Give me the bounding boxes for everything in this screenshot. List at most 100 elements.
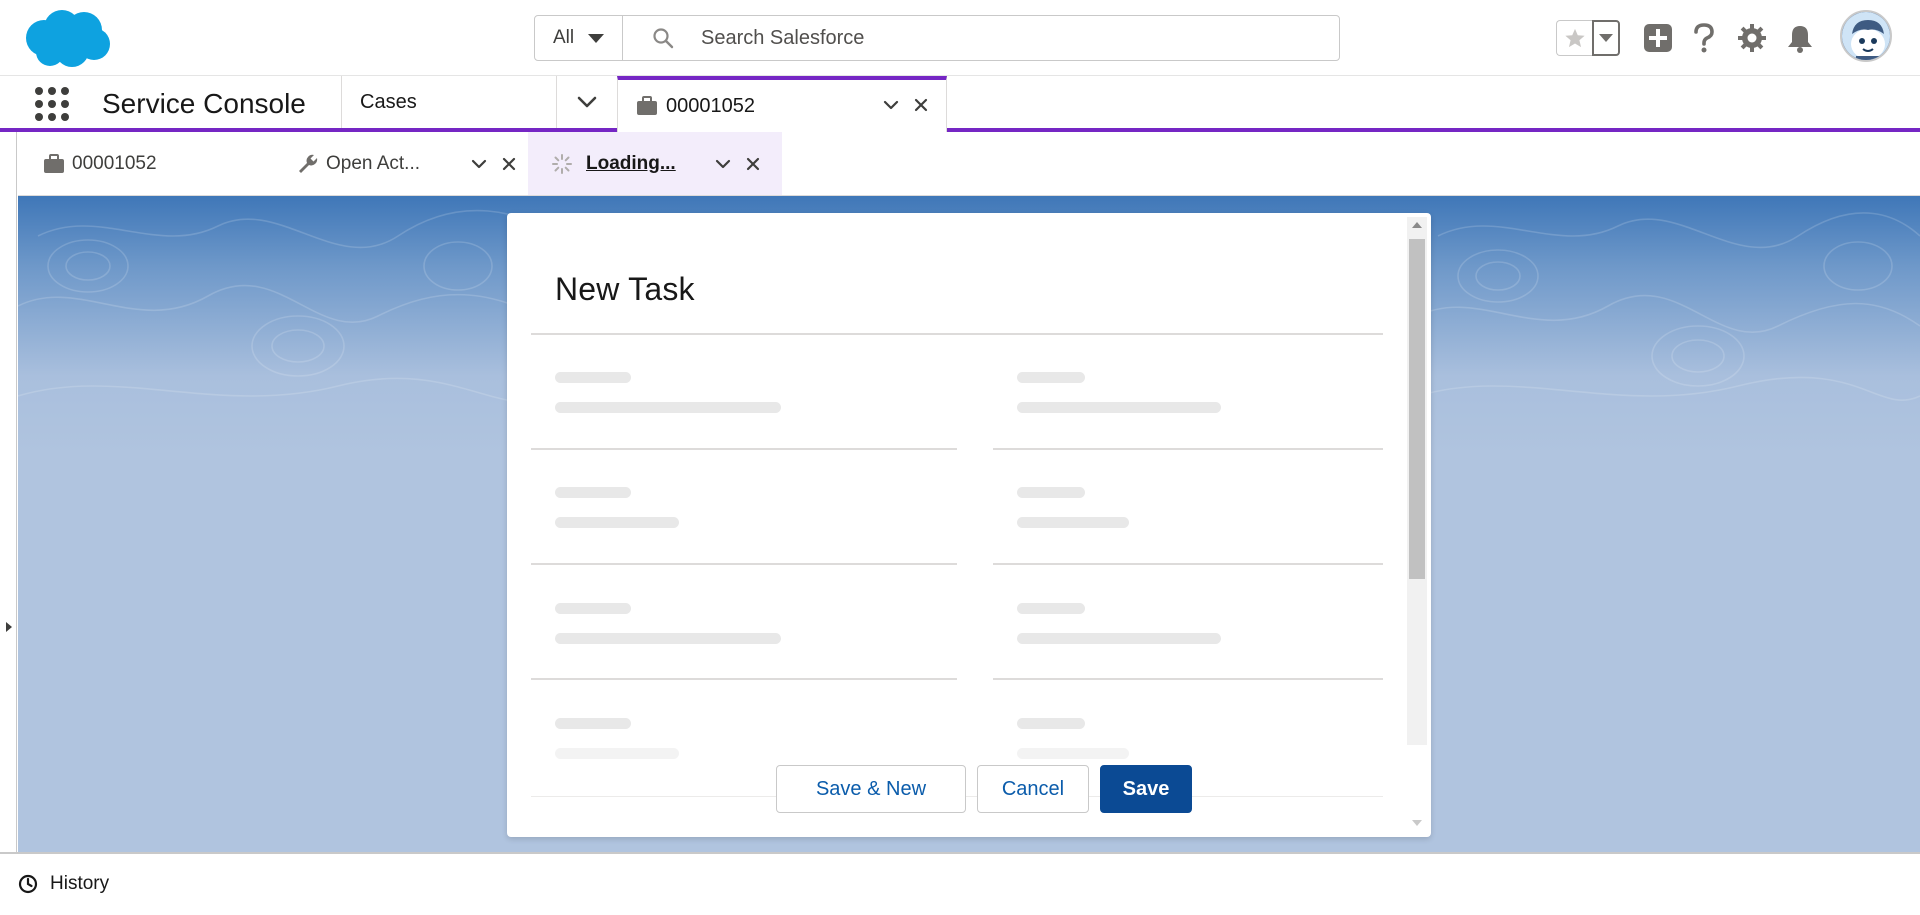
expand-split-view-icon[interactable] bbox=[6, 622, 12, 632]
skeleton-value bbox=[1017, 633, 1221, 644]
skeleton-label bbox=[1017, 372, 1085, 383]
case-briefcase-icon bbox=[637, 96, 657, 115]
search-scope-dropdown[interactable]: All bbox=[535, 16, 623, 60]
caret-down-icon bbox=[588, 33, 605, 43]
app-launcher-dot bbox=[61, 113, 69, 121]
app-launcher-dot bbox=[61, 87, 69, 95]
close-icon bbox=[746, 157, 760, 171]
skeleton-label bbox=[555, 487, 631, 498]
skeleton-value bbox=[555, 402, 781, 413]
skeleton-label bbox=[555, 603, 631, 614]
skeleton-value bbox=[555, 748, 679, 759]
app-launcher-dot bbox=[48, 87, 56, 95]
help-question-icon bbox=[1694, 23, 1714, 53]
save-button[interactable]: Save bbox=[1100, 765, 1192, 813]
global-search: All bbox=[534, 15, 1340, 61]
navigation-bar: Service Console Cases 00001052 bbox=[0, 76, 1920, 132]
modal-scrollbar-thumb[interactable] bbox=[1409, 239, 1425, 579]
workspace-tab-case[interactable]: 00001052 bbox=[617, 76, 947, 132]
search-scope-label: All bbox=[552, 27, 575, 48]
scroll-down-arrow-icon[interactable] bbox=[1412, 820, 1422, 826]
favorites-group bbox=[1556, 20, 1620, 56]
skeleton-value bbox=[555, 517, 679, 528]
case-briefcase-icon bbox=[42, 152, 66, 176]
chevron-down-icon bbox=[471, 159, 487, 169]
favorites-list-button[interactable] bbox=[1592, 20, 1620, 56]
search-input[interactable] bbox=[701, 26, 1301, 50]
modal-title-divider bbox=[531, 333, 1383, 335]
workspace-tab-menu[interactable] bbox=[880, 94, 902, 116]
skeleton-divider bbox=[993, 448, 1383, 450]
skeleton-label bbox=[555, 718, 631, 729]
skeleton-divider bbox=[531, 678, 957, 680]
nav-item-label: Cases bbox=[360, 90, 417, 113]
subtab-case[interactable]: 00001052 bbox=[42, 132, 252, 195]
help-button[interactable] bbox=[1686, 20, 1722, 56]
skeleton-value bbox=[1017, 402, 1221, 413]
global-actions-plus-icon bbox=[1644, 24, 1672, 52]
skeleton-label bbox=[1017, 718, 1085, 729]
nav-item-cases[interactable]: Cases bbox=[342, 76, 556, 128]
app-launcher-dot bbox=[35, 100, 43, 108]
save-and-new-button[interactable]: Save & New bbox=[776, 765, 966, 813]
chevron-down-icon bbox=[715, 159, 731, 169]
utility-item-history[interactable]: History bbox=[18, 866, 109, 902]
app-launcher-dot bbox=[61, 100, 69, 108]
clock-icon bbox=[18, 874, 38, 894]
nav-menu-dropdown[interactable] bbox=[557, 76, 617, 128]
subtab-menu[interactable] bbox=[468, 153, 490, 175]
new-task-modal: New Task Save & New Cancel Save bbox=[507, 213, 1431, 837]
app-launcher-dot bbox=[35, 113, 43, 121]
skeleton-value bbox=[1017, 748, 1129, 759]
app-name: Service Console bbox=[102, 88, 306, 119]
cancel-button[interactable]: Cancel bbox=[977, 765, 1089, 813]
skeleton-divider bbox=[531, 563, 957, 565]
subtab-close[interactable] bbox=[742, 153, 764, 175]
skeleton-divider bbox=[531, 448, 957, 450]
subtab-close[interactable] bbox=[498, 153, 520, 175]
subtab-label: Loading... bbox=[586, 152, 676, 174]
chevron-down-icon bbox=[883, 100, 899, 110]
app-launcher-dot bbox=[35, 87, 43, 95]
global-header: All bbox=[0, 0, 1920, 76]
setup-button[interactable] bbox=[1734, 20, 1770, 56]
search-icon bbox=[653, 28, 674, 49]
skeleton-label bbox=[1017, 487, 1085, 498]
skeleton-divider bbox=[993, 563, 1383, 565]
skeleton-label bbox=[1017, 603, 1085, 614]
app-launcher-dot bbox=[48, 100, 56, 108]
close-icon bbox=[502, 157, 516, 171]
salesforce-cloud-logo[interactable] bbox=[22, 8, 112, 70]
utility-bar: History bbox=[0, 852, 1920, 915]
app-launcher-dot bbox=[48, 113, 56, 121]
subtab-label: Open Act... bbox=[326, 152, 420, 174]
subtab-open-activities[interactable]: Open Act... bbox=[296, 132, 536, 195]
app-launcher-button[interactable] bbox=[34, 86, 70, 122]
utility-item-label: History bbox=[50, 873, 110, 894]
notifications-bell-icon bbox=[1788, 26, 1812, 53]
split-view-rail bbox=[0, 132, 17, 852]
subtab-bar: 00001052 Open Act... Loading... bbox=[18, 132, 1920, 196]
workspace-tab-label: 00001052 bbox=[666, 94, 755, 117]
close-icon bbox=[914, 98, 928, 112]
skeleton-divider bbox=[993, 678, 1383, 680]
caret-down-icon bbox=[1599, 34, 1613, 42]
setup-gear-icon bbox=[1738, 24, 1766, 52]
skeleton-label bbox=[555, 372, 631, 383]
favorites-star-button[interactable] bbox=[1556, 20, 1592, 56]
favorites-star-icon bbox=[1564, 28, 1585, 48]
user-avatar[interactable] bbox=[1840, 10, 1892, 62]
chevron-down-icon bbox=[577, 96, 597, 108]
astro-avatar-icon bbox=[1842, 12, 1890, 60]
skeleton-value bbox=[555, 633, 781, 644]
global-actions-button[interactable] bbox=[1640, 20, 1676, 56]
scroll-up-arrow-icon[interactable] bbox=[1412, 222, 1422, 228]
notifications-button[interactable] bbox=[1782, 20, 1818, 56]
spinner-icon bbox=[550, 152, 574, 176]
subtab-menu[interactable] bbox=[712, 153, 734, 175]
subtab-loading[interactable]: Loading... bbox=[528, 132, 782, 195]
skeleton-value bbox=[1017, 517, 1129, 528]
wrench-icon bbox=[296, 152, 320, 176]
workspace-tab-close[interactable] bbox=[910, 94, 932, 116]
modal-title: New Task bbox=[555, 271, 695, 307]
